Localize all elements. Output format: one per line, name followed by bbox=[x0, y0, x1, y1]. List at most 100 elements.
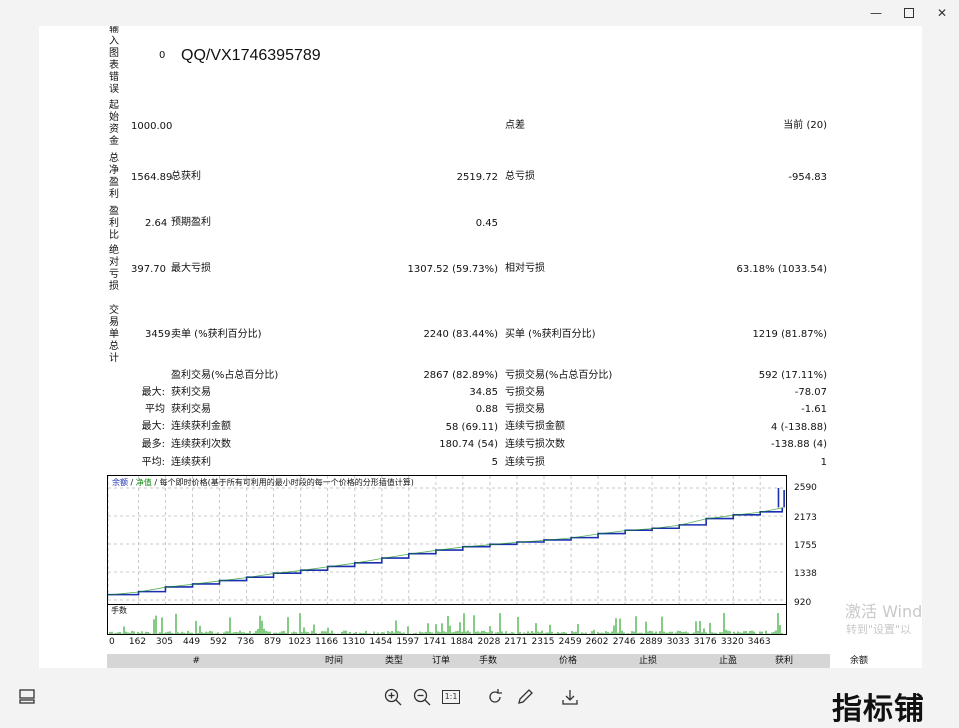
spread-label: 点差 bbox=[505, 120, 525, 131]
minimize-button[interactable]: — bbox=[862, 2, 890, 24]
balance-chart-frame: 余额 / 净值 / 每个即时价格(基于所有可利用的最小时段的每一个价格的分形插值… bbox=[107, 475, 787, 605]
long-trades-label: 买单 (%获利百分比) bbox=[505, 329, 596, 340]
edit-icon bbox=[518, 689, 533, 704]
x-tick-label: 3463 bbox=[747, 637, 771, 647]
legend-separator: / bbox=[130, 478, 134, 487]
download-button[interactable] bbox=[559, 686, 581, 708]
stats-row-right-label: 连续亏损 bbox=[505, 457, 545, 468]
actual-size-button[interactable]: 1:1 bbox=[440, 686, 462, 708]
x-tick-label: 2315 bbox=[531, 637, 555, 647]
max-drawdown-value: 1307.52 (59.73%) bbox=[407, 264, 498, 275]
x-tick-label: 2459 bbox=[558, 637, 582, 647]
x-tick-label: 3320 bbox=[720, 637, 744, 647]
stats-row-left-value: 5 bbox=[491, 457, 498, 468]
x-tick-label: 2746 bbox=[612, 637, 636, 647]
x-tick-label: 879 bbox=[263, 637, 282, 647]
label-total-trades: 交易单总计 bbox=[109, 305, 119, 364]
x-tick-label: 0 bbox=[109, 637, 115, 647]
chart-legend: 余额 / 净值 / 每个即时价格(基于所有可利用的最小时段的每一个价格的分形插值… bbox=[112, 478, 414, 488]
x-tick-label: 1023 bbox=[288, 637, 312, 647]
absolute-drawdown-value: 397.70 bbox=[131, 264, 166, 275]
short-trades-label: 卖单 (%获利百分比) bbox=[171, 329, 262, 340]
edit-button[interactable] bbox=[514, 686, 536, 708]
layout-icon bbox=[19, 689, 35, 704]
total-net-profit-value: 1564.89 bbox=[131, 172, 173, 183]
table-header-cell: 订单 bbox=[431, 656, 450, 666]
label-chart-error: 输入图表错误 bbox=[109, 26, 119, 95]
activation-watermark-title: 激活 Wind bbox=[845, 602, 923, 621]
gross-loss-value: -954.83 bbox=[788, 172, 827, 183]
zoom-out-icon bbox=[413, 688, 431, 706]
legend-note: 每个即时价格(基于所有可利用的最小时段的每一个价格的分形插值计算) bbox=[159, 478, 414, 487]
profit-trades-label: 盈利交易(%占总百分比) bbox=[171, 370, 279, 381]
y-tick-label: 2173 bbox=[794, 513, 817, 523]
x-tick-label: 736 bbox=[237, 637, 255, 647]
table-header-cell: 时间 bbox=[324, 656, 343, 666]
volume-chart-svg bbox=[109, 613, 783, 634]
gross-profit-label: 总获利 bbox=[171, 171, 201, 182]
stats-row-prefix: 平均 bbox=[145, 404, 165, 415]
expected-payoff-label: 预期盈利 bbox=[171, 217, 211, 228]
zoom-out-button[interactable] bbox=[411, 686, 433, 708]
x-tick-label: 1741 bbox=[423, 637, 447, 647]
table-header-cell: 止损 bbox=[638, 656, 657, 666]
loss-trades-value: 592 (17.11%) bbox=[758, 370, 827, 381]
gross-profit-value: 2519.72 bbox=[456, 172, 498, 183]
table-header-cell: 获利 bbox=[774, 656, 793, 666]
volume-chart: 手数 bbox=[107, 604, 787, 635]
x-tick-label: 2602 bbox=[585, 637, 609, 647]
short-trades-value: 2240 (83.44%) bbox=[423, 329, 498, 340]
table-header-cell: 类型 bbox=[384, 656, 403, 666]
qq-contact-text: QQ/VX1746395789 bbox=[181, 47, 321, 64]
x-tick-label: 162 bbox=[128, 637, 147, 647]
stats-row-right-label: 亏损交易 bbox=[505, 387, 545, 398]
maximize-button[interactable] bbox=[895, 2, 923, 24]
stats-row-right-label: 连续亏损次数 bbox=[505, 439, 565, 450]
y-tick-label: 2590 bbox=[794, 483, 817, 493]
stats-row-right-value: -138.88 (4) bbox=[771, 439, 827, 450]
x-tick-label: 2028 bbox=[477, 637, 501, 647]
label-profit-factor: 盈利比 bbox=[109, 206, 119, 241]
zoom-in-button[interactable] bbox=[382, 686, 404, 708]
total-trades-value: 3459 bbox=[145, 329, 171, 340]
rotate-button[interactable] bbox=[484, 686, 506, 708]
layout-button[interactable] bbox=[16, 686, 38, 708]
x-tick-label: 2171 bbox=[504, 637, 528, 647]
y-tick-label: 1755 bbox=[794, 541, 817, 551]
gross-loss-label: 总亏损 bbox=[505, 171, 535, 182]
legend-balance: 余额 bbox=[112, 478, 128, 487]
stats-row-right-value: -78.07 bbox=[794, 387, 827, 398]
legend-equity: 净值 bbox=[135, 478, 152, 487]
stats-row-prefix: 最多: bbox=[141, 439, 165, 450]
balance-line bbox=[108, 507, 784, 596]
y-tick-label: 920 bbox=[794, 598, 812, 608]
stats-row-prefix: 平均: bbox=[141, 457, 165, 468]
expected-payoff-value: 0.45 bbox=[475, 218, 498, 229]
minimize-icon: — bbox=[870, 6, 882, 20]
brand-watermark: 指标铺 bbox=[832, 692, 925, 727]
x-tick-label: 449 bbox=[182, 637, 201, 647]
actual-size-icon: 1:1 bbox=[441, 690, 461, 704]
volume-label: 手数 bbox=[111, 606, 127, 615]
x-tick-label: 2889 bbox=[639, 637, 663, 647]
x-tick-label: 305 bbox=[155, 637, 174, 647]
stats-row-left-label: 连续获利次数 bbox=[171, 439, 231, 450]
stats-row-right-label: 连续亏损金额 bbox=[505, 421, 565, 432]
zoom-in-icon bbox=[384, 688, 402, 706]
y-tick-label: 1338 bbox=[794, 569, 817, 579]
initial-deposit-value: 1000.00 bbox=[131, 121, 173, 132]
activation-watermark-subtitle: 转到"设置"以 bbox=[846, 623, 912, 636]
max-drawdown-label: 最大亏损 bbox=[171, 263, 211, 274]
stats-row-left-value: 34.85 bbox=[469, 387, 498, 398]
equity-line bbox=[108, 507, 783, 596]
rotate-icon bbox=[489, 689, 502, 703]
x-tick-label: 3033 bbox=[666, 637, 690, 647]
download-icon bbox=[562, 690, 578, 705]
profit-trades-value: 2867 (82.89%) bbox=[423, 370, 498, 381]
x-tick-label: 1454 bbox=[369, 637, 393, 647]
label-total-net-profit: 总净盈利 bbox=[109, 153, 119, 200]
table-header-cell: # bbox=[192, 656, 200, 666]
stats-row-prefix: 最大: bbox=[141, 387, 165, 398]
x-tick-label: 1597 bbox=[396, 637, 420, 647]
close-button[interactable]: ✕ bbox=[928, 2, 956, 24]
